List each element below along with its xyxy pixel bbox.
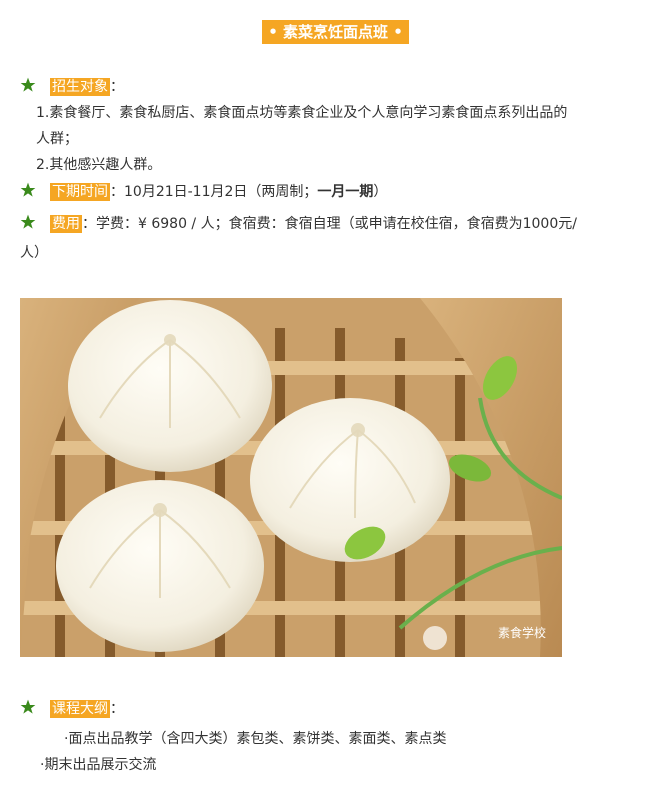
enrollment-item-1: 1.素食餐厅、素食私厨店、素食面点坊等素食企业及个人意向学习素食面点系列出品的	[36, 105, 568, 121]
enrollment-item-2: 2.其他感兴趣人群。	[36, 157, 162, 173]
schedule-close: ）	[373, 184, 388, 200]
syllabus-heading: 课程大纲：	[20, 699, 124, 719]
fee-cont: 人）	[20, 245, 48, 261]
watermark-text: 素食学校	[498, 626, 547, 640]
schedule-label: 下期时间	[50, 183, 110, 201]
star-icon	[20, 214, 36, 229]
page-title: • 素菜烹饪面点班 •	[262, 20, 409, 44]
star-icon	[20, 699, 36, 714]
colon: ：	[110, 79, 124, 95]
fee-label: 费用	[50, 215, 82, 233]
steamed-buns-photo: 素食学校	[20, 298, 562, 657]
star-icon	[20, 182, 36, 197]
fee-line: 费用 ：学费：¥ 6980 / 人；食宿费：食宿自理（或申请在校住宿，食宿费为10…	[20, 214, 577, 234]
colon: ：	[110, 701, 124, 717]
syllabus-label: 课程大纲	[50, 700, 110, 718]
enrollment-heading: 招生对象：	[20, 77, 124, 97]
star-icon	[20, 77, 36, 92]
syllabus-item-1: ·面点出品教学（含四大类）素包类、素饼类、素面类、素点类	[64, 731, 447, 747]
enrollment-item-1-cont: 人群；	[36, 131, 78, 147]
schedule-bold: 一月一期	[317, 184, 374, 200]
schedule-line: 下期时间 ：10月21日-11月2日（两周制；一月一期）	[20, 182, 387, 202]
colon: ：	[82, 216, 96, 232]
syllabus-item-2: ·期末出品展示交流	[40, 757, 157, 773]
colon: ：	[110, 184, 124, 200]
enrollment-label: 招生对象	[50, 78, 110, 96]
buns-illustration	[20, 298, 562, 657]
schedule-text: 10月21日-11月2日（两周制；	[124, 184, 318, 200]
title-wrap: • 素菜烹饪面点班 •	[0, 20, 671, 44]
fee-text: 学费：¥ 6980 / 人；食宿费：食宿自理（或申请在校住宿，食宿费为1000元…	[96, 216, 577, 232]
